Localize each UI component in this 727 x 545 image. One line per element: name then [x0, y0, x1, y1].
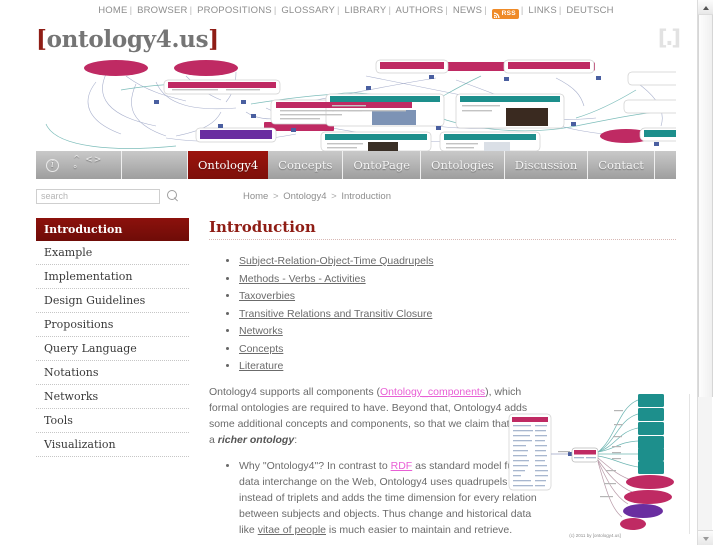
- figure-divider: [689, 394, 690, 534]
- topnav-link-library[interactable]: LIBRARY: [345, 5, 387, 16]
- tab-concepts[interactable]: Concepts: [268, 151, 344, 179]
- link-concepts[interactable]: Concepts: [239, 343, 283, 355]
- link-transitive-relations[interactable]: Transitive Relations and Transitiv Closu…: [239, 308, 432, 320]
- breadcrumb-page: Introduction: [341, 190, 391, 202]
- list-item: Subject-Relation-Object-Time Quadrupels: [239, 255, 676, 267]
- tab-icon-group: i ^ <> °: [36, 151, 122, 179]
- breadcrumb-sep: >: [272, 190, 279, 202]
- topnav-sep: |: [388, 5, 392, 16]
- topnav-sep: |: [337, 5, 340, 16]
- breadcrumb-sep: >: [331, 190, 337, 202]
- link-literature[interactable]: Literature: [239, 360, 283, 372]
- list-item: Transitive Relations and Transitiv Closu…: [239, 308, 676, 320]
- tab-ontopage[interactable]: OntoPage: [343, 151, 422, 179]
- topnav-link-deutsch[interactable]: DEUTSCH: [566, 5, 613, 16]
- breadcrumb: Home > Ontology4 > Introduction: [243, 191, 391, 202]
- tab-discussion[interactable]: Discussion: [505, 151, 589, 179]
- link-methods-verbs-activities[interactable]: Methods - Verbs - Activities: [239, 273, 366, 285]
- sidebar-item-propositions[interactable]: Propositions: [36, 313, 189, 337]
- tab-tail: [655, 151, 676, 179]
- list-item: Networks: [239, 325, 676, 337]
- para-emphasis: richer ontology: [217, 434, 295, 446]
- topnav-sep: |: [484, 5, 487, 16]
- page-title: Introduction: [209, 218, 316, 236]
- main-tab-bar: i ^ <> ° Ontology4 Concepts OntoPage Ont…: [36, 151, 676, 179]
- logo-row: [ontology4.us] [.]: [36, 23, 681, 56]
- site-logo[interactable]: [ontology4.us]: [36, 23, 676, 56]
- tab-ontologies[interactable]: Ontologies: [421, 151, 505, 179]
- why-ontology4-list: Why "Ontology4"? In contrast to RDF as s…: [209, 458, 539, 538]
- figure-caption: (c) 2011 by [ontology4.us]: [569, 533, 621, 538]
- scroll-down-button[interactable]: [698, 530, 713, 545]
- topnav-link-glossary[interactable]: GLOSSARY: [281, 5, 335, 16]
- main-content: Introduction Subject-Relation-Object-Tim…: [189, 218, 690, 538]
- topic-link-list: Subject-Relation-Object-Time Quadrupels …: [209, 255, 676, 372]
- ontology-diagram-figure: (c) 2011 by [ontology4.us]: [506, 386, 684, 538]
- topnav-sep: |: [129, 5, 133, 16]
- sidebar-item-introduction[interactable]: Introduction: [36, 218, 189, 241]
- list-item: Literature: [239, 360, 676, 372]
- network-graph-svg: [45, 59, 676, 151]
- breadcrumb-section[interactable]: Ontology4: [283, 191, 326, 202]
- topnav-sep: |: [558, 5, 562, 16]
- topnav-link-propositions[interactable]: PROPOSITIONS: [197, 5, 272, 16]
- sidebar-item-notations[interactable]: Notations: [36, 361, 189, 385]
- body-columns: Introduction Example Implementation Desi…: [36, 218, 690, 538]
- topnav-link-home[interactable]: HOME: [98, 5, 127, 16]
- scroll-up-button[interactable]: [698, 0, 713, 15]
- bullet-text-c: is much easier to maintain and retrieve.: [326, 524, 513, 536]
- list-item: Methods - Verbs - Activities: [239, 273, 676, 285]
- link-ontology-components[interactable]: Ontology_components: [380, 386, 485, 398]
- topnav-link-links[interactable]: LINKS: [528, 5, 556, 16]
- topnav-sep: |: [520, 5, 524, 16]
- para-text-c: :: [294, 434, 298, 446]
- sidebar-item-design-guidelines[interactable]: Design Guidelines: [36, 289, 189, 313]
- title-divider: [209, 239, 676, 240]
- sitemap-symbols-icon[interactable]: ^ <> °: [73, 155, 111, 175]
- tab-spacer: [122, 151, 188, 179]
- topnav-sep: |: [445, 5, 448, 16]
- list-item: Why "Ontology4"? In contrast to RDF as s…: [239, 458, 539, 538]
- sidebar-item-tools[interactable]: Tools: [36, 409, 189, 433]
- header-network-graph: [36, 56, 676, 151]
- intro-paragraph: Ontology4 supports all components (Ontol…: [209, 384, 532, 448]
- logo-open-bracket: [: [36, 26, 47, 53]
- topnav-link-authors[interactable]: AUTHORS: [395, 5, 443, 16]
- sidebar-item-networks[interactable]: Networks: [36, 385, 189, 409]
- sidebar-item-visualization[interactable]: Visualization: [36, 433, 189, 457]
- link-vitae-of-people[interactable]: vitae of people: [258, 524, 326, 536]
- sidebar-item-implementation[interactable]: Implementation: [36, 265, 189, 289]
- topnav-link-browser[interactable]: BROWSER: [137, 5, 188, 16]
- search-icon[interactable]: [167, 190, 179, 202]
- breadcrumb-home[interactable]: Home: [243, 191, 268, 202]
- topnav-sep: |: [189, 5, 193, 16]
- list-item: Concepts: [239, 343, 676, 355]
- topnav-link-news[interactable]: NEWS: [453, 5, 482, 16]
- top-utility-nav: HOME | BROWSER | PROPOSITIONS | GLOSSARY | L…: [0, 0, 712, 23]
- list-item: Taxoverbies: [239, 290, 676, 302]
- page-root: HOME | BROWSER | PROPOSITIONS | GLOSSARY | L…: [0, 0, 713, 545]
- topnav-sep: |: [273, 5, 277, 16]
- search-breadcrumb-bar: Home > Ontology4 > Introduction: [36, 186, 676, 206]
- link-taxoverbies[interactable]: Taxoverbies: [239, 290, 295, 302]
- info-icon[interactable]: i: [46, 158, 59, 172]
- search-input[interactable]: [36, 188, 160, 204]
- vertical-scrollbar[interactable]: [697, 0, 713, 545]
- sidebar-nav: Introduction Example Implementation Desi…: [36, 218, 189, 457]
- logo-word: ontology4.us: [46, 26, 209, 53]
- ontology-diagram-svg: [508, 394, 674, 530]
- link-rdf[interactable]: RDF: [391, 460, 413, 472]
- sidebar-item-query-language[interactable]: Query Language: [36, 337, 189, 361]
- bullet-text-a: Why "Ontology4"? In contrast to: [239, 460, 391, 472]
- tab-ontology4[interactable]: Ontology4: [188, 151, 269, 179]
- logo-close-bracket: ]: [208, 26, 219, 53]
- tab-contact[interactable]: Contact: [588, 151, 655, 179]
- scrollbar-thumb[interactable]: [698, 15, 713, 397]
- sidebar-item-example[interactable]: Example: [36, 241, 189, 265]
- link-quadrupels[interactable]: Subject-Relation-Object-Time Quadrupels: [239, 255, 434, 267]
- rss-icon[interactable]: RSS: [491, 9, 519, 19]
- para-text-a: Ontology4 supports all components (: [209, 386, 381, 398]
- corner-bracket-mark: [.]: [657, 26, 681, 50]
- link-networks[interactable]: Networks: [239, 325, 283, 337]
